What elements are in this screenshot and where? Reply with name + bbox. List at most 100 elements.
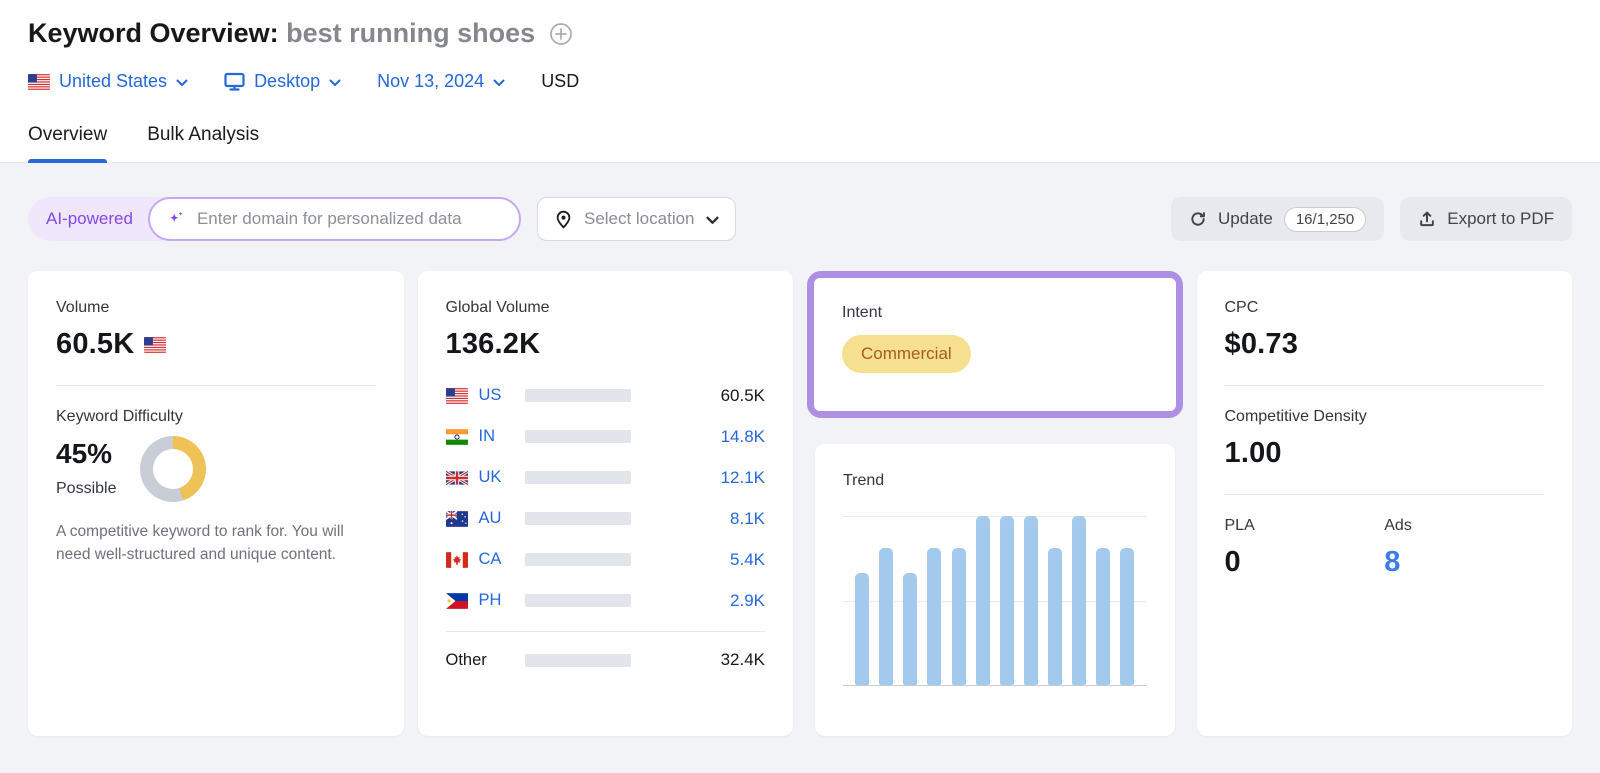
keyword-difficulty-level: Possible <box>56 480 117 497</box>
date-filter-label: Nov 13, 2024 <box>377 71 485 91</box>
global-volume-breakdown: US 60.5K IN 14.8K UK 12.1K AU 8.1K CA 5.… <box>445 375 765 680</box>
intent-trend-column: Intent Commercial Trend <box>807 271 1183 736</box>
geo-row-au: AU 8.1K <box>445 498 765 539</box>
us-flag-icon <box>445 387 468 404</box>
domain-input[interactable] <box>194 208 503 230</box>
global-volume-card: Global Volume 136.2K US 60.5K IN 14.8K U… <box>417 271 793 736</box>
ads-block: Ads 8 <box>1384 517 1544 579</box>
geo-value-link[interactable]: 2.9K <box>631 591 765 611</box>
cpc-value: $0.73 <box>1224 328 1299 360</box>
volume-value: 60.5K <box>56 328 135 360</box>
geo-row-uk: UK 12.1K <box>445 457 765 498</box>
geo-code-link[interactable]: AU <box>479 509 525 528</box>
page-title-prefix: Keyword Overview: <box>28 18 279 48</box>
ai-powered-badge: AI-powered <box>46 209 133 228</box>
trend-label: Trend <box>843 472 885 489</box>
trend-bar <box>1096 548 1111 685</box>
country-filter-label: United States <box>59 71 168 91</box>
geo-row-us: US 60.5K <box>445 375 765 416</box>
update-counter-badge: 16/1,250 <box>1283 206 1367 232</box>
keyword-difficulty-donut <box>140 436 207 502</box>
export-pdf-label: Export to PDF <box>1447 209 1554 228</box>
domain-input-box[interactable] <box>147 197 521 241</box>
geo-value-link[interactable]: 5.4K <box>631 550 765 570</box>
trend-bar <box>975 516 990 685</box>
tab-overview[interactable]: Overview <box>28 124 108 163</box>
currency-label: USD <box>541 71 580 91</box>
keyword-difficulty-description: A competitive keyword to rank for. You w… <box>56 523 344 564</box>
geo-code-link[interactable]: UK <box>479 468 525 487</box>
geo-value: 60.5K <box>720 385 765 405</box>
geo-value-link[interactable]: 14.8K <box>631 427 765 447</box>
keyword-text: best running shoes <box>286 18 536 48</box>
us-flag-icon <box>28 73 50 90</box>
keyword-difficulty-value: 45% <box>56 438 113 469</box>
geo-code-link[interactable]: PH <box>479 591 525 610</box>
trend-bar <box>1023 516 1038 685</box>
tab-bulk-analysis[interactable]: Bulk Analysis <box>147 124 259 162</box>
refresh-icon <box>1189 210 1207 228</box>
sparkle-icon <box>166 209 186 229</box>
cpc-card: CPC $0.73 Competitive Density 1.00 PLA 0… <box>1196 271 1572 736</box>
competitive-density-label: Competitive Density <box>1224 408 1367 425</box>
date-filter[interactable]: Nov 13, 2024 <box>377 71 505 92</box>
trend-bar <box>927 548 942 685</box>
geo-code-link[interactable]: US <box>479 386 525 405</box>
geo-bar <box>524 553 631 566</box>
intent-card: Intent Commercial <box>814 278 1176 411</box>
country-filter[interactable]: United States <box>28 71 188 92</box>
export-pdf-button[interactable]: Export to PDF <box>1400 197 1572 241</box>
trend-bar <box>999 516 1014 685</box>
ca-flag-icon <box>445 551 468 568</box>
trend-bar <box>879 548 894 685</box>
geo-bar <box>524 389 631 402</box>
add-keyword-icon[interactable] <box>549 22 573 46</box>
keyword-difficulty-label: Keyword Difficulty <box>56 408 183 425</box>
geo-bar <box>524 653 631 667</box>
geo-row-other: Other 32.4K <box>445 631 765 680</box>
main-content: AI-powered Select location Update <box>0 163 1600 736</box>
geo-bar <box>524 430 631 443</box>
desktop-icon <box>224 72 245 91</box>
volume-label: Volume <box>56 299 110 316</box>
page-title: Keyword Overview: best running shoes <box>28 18 535 49</box>
tab-bar: Overview Bulk Analysis <box>28 124 1572 163</box>
ads-value-link[interactable]: 8 <box>1384 546 1544 579</box>
select-location-label: Select location <box>583 209 695 228</box>
competitive-density-value: 1.00 <box>1224 437 1282 469</box>
device-filter[interactable]: Desktop <box>224 71 341 92</box>
geo-value: 32.4K <box>720 650 765 669</box>
intent-label: Intent <box>842 304 883 321</box>
uk-flag-icon <box>445 469 468 486</box>
geo-row-ph: PH 2.9K <box>445 580 765 621</box>
global-volume-value: 136.2K <box>445 328 541 360</box>
geo-bar <box>524 512 631 525</box>
select-location-dropdown[interactable]: Select location <box>536 197 736 241</box>
geo-code-link[interactable]: CA <box>479 550 525 569</box>
filter-bar: United States Desktop Nov 13, 2024 USD <box>28 71 1572 92</box>
cpc-label: CPC <box>1224 299 1259 316</box>
intent-commercial-badge[interactable]: Commercial <box>842 335 971 373</box>
chevron-down-icon <box>493 79 505 87</box>
chart-baseline <box>843 685 1147 686</box>
geo-value-link[interactable]: 12.1K <box>631 468 765 488</box>
chevron-down-icon <box>176 79 188 87</box>
pla-block: PLA 0 <box>1225 517 1385 579</box>
update-button[interactable]: Update 16/1,250 <box>1171 197 1385 241</box>
metrics-grid: Volume 60.5K Keyword Difficulty 45% Poss… <box>28 271 1572 736</box>
trend-chart <box>843 516 1147 686</box>
geo-bar <box>524 471 631 484</box>
export-icon <box>1418 210 1436 228</box>
trend-card: Trend <box>815 444 1175 736</box>
page-header: Keyword Overview: best running shoes Uni… <box>0 0 1600 163</box>
us-flag-icon <box>144 336 167 353</box>
geo-row-ca: CA 5.4K <box>445 539 765 580</box>
geo-value-link[interactable]: 8.1K <box>631 509 765 529</box>
geo-code-link[interactable]: IN <box>479 427 525 446</box>
trend-bar <box>1048 548 1062 685</box>
trend-bars <box>855 516 1135 685</box>
pla-value: 0 <box>1224 546 1241 578</box>
device-filter-label: Desktop <box>254 71 321 91</box>
update-button-label: Update <box>1218 209 1273 228</box>
ads-label: Ads <box>1384 517 1412 534</box>
